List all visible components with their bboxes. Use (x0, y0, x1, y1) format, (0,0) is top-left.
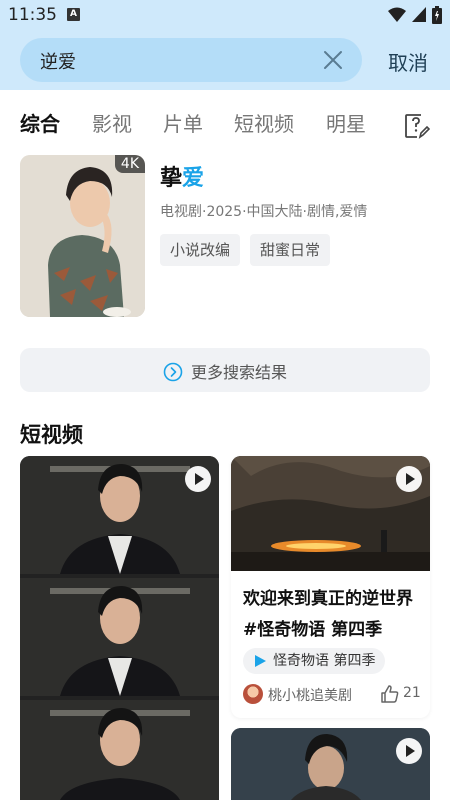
video-caption: 欢迎来到真正的逆世界 #怪奇物语 第四季 (243, 584, 423, 646)
play-icon[interactable] (396, 738, 422, 764)
video-thumbnail (231, 728, 430, 800)
play-triangle-icon (255, 655, 266, 667)
status-icons (388, 6, 442, 24)
signal-icon (412, 7, 426, 22)
more-results-button[interactable]: 更多搜索结果 (20, 348, 430, 392)
status-time: 11:35 (8, 5, 57, 25)
result-title[interactable]: 挚爱 (160, 160, 204, 192)
result-poster[interactable]: 4K (20, 155, 145, 317)
video-card[interactable] (20, 456, 219, 800)
section-title: 短视频 (20, 423, 83, 447)
search-input[interactable]: 逆爱 (20, 38, 362, 82)
wifi-icon (388, 7, 406, 22)
caption-line: #怪奇物语 第四季 (243, 620, 383, 640)
category-tabs: 综合 影视 片单 短视频 明星 (0, 102, 450, 144)
notification-icon: A (67, 8, 80, 21)
clear-icon[interactable] (322, 49, 344, 71)
cancel-button[interactable]: 取消 (388, 47, 428, 76)
chevron-circle-icon (163, 362, 183, 382)
video-frame (20, 578, 219, 696)
resolution-badge: 4K (114, 155, 145, 173)
thumbs-up-icon[interactable] (380, 684, 400, 704)
play-icon[interactable] (396, 466, 422, 492)
result-meta: 电视剧·2025·中国大陆·剧情,爱情 (160, 204, 368, 220)
play-icon[interactable] (185, 466, 211, 492)
result-title-prefix: 挚 (160, 166, 183, 191)
tab-all[interactable]: 综合 (20, 108, 60, 137)
video-card[interactable]: 欢迎来到真正的逆世界 #怪奇物语 第四季 怪奇物语 第四季 桃小桃追美剧 21 (231, 456, 430, 718)
more-results-label: 更多搜索结果 (190, 363, 287, 382)
video-card[interactable] (231, 728, 430, 800)
search-header: 逆爱 (0, 30, 450, 90)
result-tag[interactable]: 甜蜜日常 (250, 234, 331, 266)
author-name[interactable]: 桃小桃追美剧 (268, 685, 352, 705)
status-bar: 11:35 A (0, 0, 450, 30)
feedback-icon[interactable] (404, 113, 430, 139)
battery-icon (432, 6, 442, 24)
tab-stars[interactable]: 明星 (326, 108, 366, 137)
avatar[interactable] (243, 684, 263, 704)
result-title-highlight: 爱 (182, 166, 205, 191)
like-count: 21 (403, 685, 421, 701)
tab-film-tv[interactable]: 影视 (92, 108, 132, 137)
series-label: 怪奇物语 第四季 (273, 653, 376, 669)
result-tag[interactable]: 小说改编 (160, 234, 241, 266)
poster-image (20, 155, 145, 317)
caption-line: 欢迎来到真正的逆世界 (243, 589, 413, 609)
tab-short-video[interactable]: 短视频 (234, 108, 294, 137)
tab-playlists[interactable]: 片单 (163, 108, 203, 137)
series-link[interactable]: 怪奇物语 第四季 (243, 648, 386, 674)
video-frame (20, 700, 219, 800)
search-query: 逆爱 (40, 52, 76, 73)
